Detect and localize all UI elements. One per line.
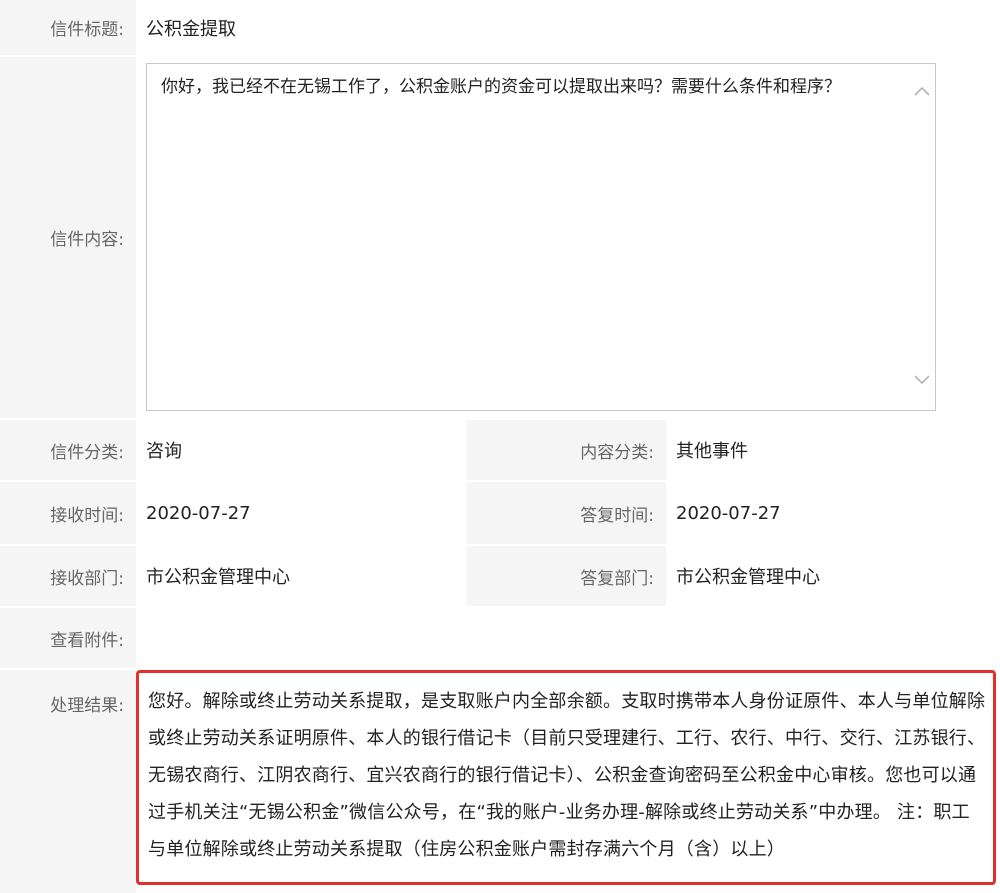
category-value: 咨询 <box>136 420 466 480</box>
chevron-up-icon[interactable] <box>911 81 933 103</box>
content-category-label: 内容分类: <box>466 420 666 480</box>
result-highlight-box: 您好。解除或终止劳动关系提取，是支取账户内全部余额。支取时携带本人身份证原件、本… <box>136 670 996 885</box>
title-label: 信件标题: <box>0 0 136 55</box>
reply-dept-value: 市公积金管理中心 <box>666 546 1000 606</box>
attachments-value[interactable] <box>136 608 1000 668</box>
received-time-value: 2020-07-27 <box>136 482 466 544</box>
received-dept-value: 市公积金管理中心 <box>136 546 466 606</box>
reply-dept-label: 答复部门: <box>466 546 666 606</box>
content-label: 信件内容: <box>0 57 136 418</box>
title-value: 公积金提取 <box>136 0 1000 55</box>
content-category-value: 其他事件 <box>666 420 1000 480</box>
result-text: 您好。解除或终止劳动关系提取，是支取账户内全部余额。支取时携带本人身份证原件、本… <box>148 691 986 860</box>
category-label: 信件分类: <box>0 420 136 480</box>
result-label: 处理结果: <box>0 670 136 893</box>
reply-time-label: 答复时间: <box>466 482 666 544</box>
received-dept-label: 接收部门: <box>0 546 136 606</box>
reply-time-value: 2020-07-27 <box>666 482 1000 544</box>
attachments-label: 查看附件: <box>0 608 136 668</box>
received-time-label: 接收时间: <box>0 482 136 544</box>
content-textarea[interactable]: 你好，我已经不在无锡工作了，公积金账户的资金可以提取出来吗？需要什么条件和程序？ <box>146 63 936 411</box>
content-text: 你好，我已经不在无锡工作了，公积金账户的资金可以提取出来吗？需要什么条件和程序？ <box>161 77 841 97</box>
chevron-down-icon[interactable] <box>911 368 933 390</box>
